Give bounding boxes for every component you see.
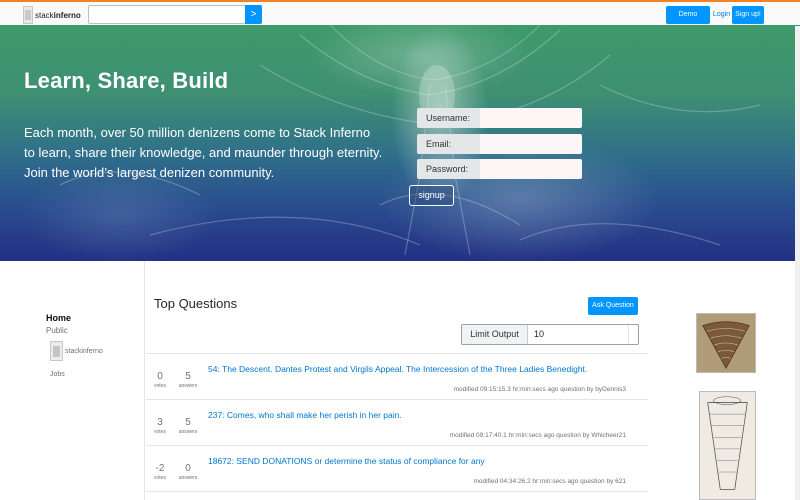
- page-scrollbar[interactable]: [795, 26, 800, 500]
- main-content: Top Questions Ask Question Limit Output …: [146, 261, 651, 500]
- top-bar: stackinferno > Demo Login Login Sign up!: [0, 0, 800, 36]
- site-cup-icon: [50, 341, 63, 361]
- sidebar-item-jobs[interactable]: Jobs: [50, 371, 65, 378]
- answer-count: 5 answers: [178, 371, 198, 389]
- vote-count: -2 votes: [154, 463, 166, 481]
- answer-count: 5 answers: [178, 417, 198, 435]
- logo-suffix: inferno: [53, 10, 81, 20]
- sidebar-item-stackinferno-label: stackinferno: [65, 347, 103, 355]
- hero-banner: Learn, Share, Build Each month, over 50 …: [0, 25, 800, 261]
- vote-count: 3 votes: [154, 417, 166, 435]
- hero-description: Each month, over 50 million denizens com…: [24, 125, 383, 180]
- logo-prefix: stack: [35, 10, 54, 20]
- ask-question-button[interactable]: Ask Question: [588, 297, 638, 315]
- password-input[interactable]: [480, 159, 582, 179]
- inferno-map-image: [696, 313, 756, 373]
- question-meta: modified 09:17:40.1 hr:min:secs ago ques…: [449, 432, 626, 439]
- username-field[interactable]: Username:: [417, 108, 582, 128]
- sidebar-item-home[interactable]: Home: [46, 313, 71, 323]
- question-row: 3 votes 5 answers 237: Comes, who shall ma…: [146, 400, 648, 446]
- question-row: -2 votes 0 answers 18672: SEND DONATIONS o…: [146, 446, 648, 492]
- question-title-link[interactable]: 54: The Descent. Dantes Protest and Virg…: [208, 364, 587, 374]
- question-meta: modified 04:34:26.2 hr:min:secs ago ques…: [473, 478, 627, 485]
- email-label: Email:: [417, 134, 480, 154]
- limit-output-input[interactable]: 10: [528, 325, 628, 344]
- sidebar-section-public: Public: [46, 326, 68, 335]
- search-button[interactable]: >: [245, 5, 262, 24]
- password-field[interactable]: Password:: [417, 159, 582, 179]
- question-title-link[interactable]: 18672: SEND DONATIONS or determine the s…: [208, 456, 485, 466]
- limit-output-stepper[interactable]: [628, 325, 638, 344]
- limit-output-label: Limit Output: [462, 325, 528, 344]
- hero-title: Learn, Share, Build: [24, 68, 229, 93]
- password-label: Password:: [417, 159, 480, 179]
- sidebar-item-stackinferno[interactable]: stackinferno: [50, 341, 103, 361]
- vote-count: 0 votes: [154, 371, 166, 389]
- username-label: Username:: [417, 108, 480, 128]
- question-meta: modified 09:15:15.3 hr:min:secs ago ques…: [453, 386, 626, 393]
- login-link[interactable]: Login: [711, 6, 732, 24]
- logo-cup-icon: [23, 6, 33, 24]
- limit-output-control[interactable]: Limit Output 10: [461, 324, 639, 345]
- answer-count: 0 answers: [178, 463, 198, 481]
- signup-button[interactable]: Sign up!: [732, 6, 764, 24]
- site-logo[interactable]: stack inferno: [23, 5, 81, 25]
- left-sidebar: Home Public stackinferno Jobs: [0, 261, 145, 500]
- question-list: 0 votes 5 answers 54: The Descent. Dantes …: [146, 353, 648, 492]
- hero-signup-button[interactable]: signup: [409, 185, 454, 206]
- question-row: 0 votes 5 answers 54: The Descent. Dantes …: [146, 354, 648, 400]
- search-input[interactable]: [88, 5, 246, 24]
- page-title: Top Questions: [154, 296, 238, 311]
- right-sidebar: [652, 261, 800, 500]
- inferno-diagram-image: [699, 391, 756, 500]
- demo-login-button[interactable]: Demo Login: [666, 6, 710, 36]
- email-field[interactable]: Email:: [417, 134, 582, 154]
- username-input[interactable]: [480, 108, 582, 128]
- email-input[interactable]: [480, 134, 582, 154]
- question-title-link[interactable]: 237: Comes, who shall make her perish in…: [208, 410, 402, 420]
